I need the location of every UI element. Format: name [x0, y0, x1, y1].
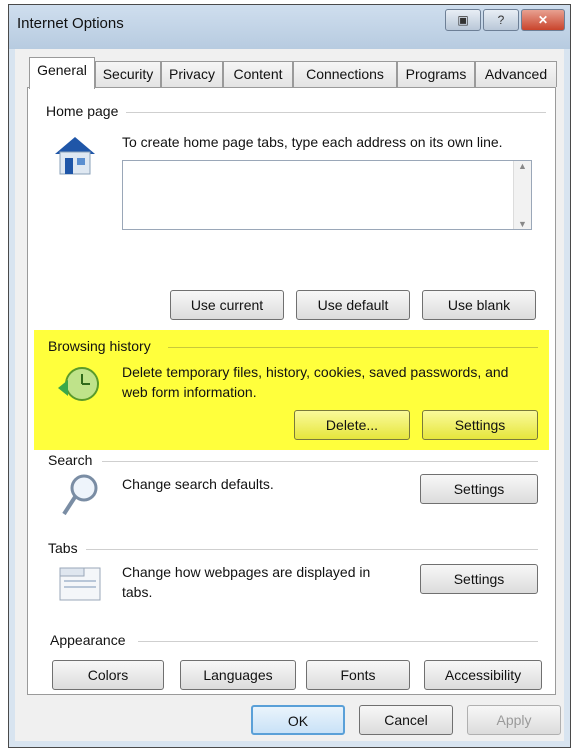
use-default-button[interactable]: Use default: [296, 290, 410, 320]
home-page-description: To create home page tabs, type each addr…: [122, 134, 503, 150]
accessibility-button[interactable]: Accessibility: [424, 660, 542, 690]
tab-programs[interactable]: Programs: [397, 61, 475, 87]
search-divider: [102, 461, 538, 462]
ok-button[interactable]: OK: [251, 705, 345, 735]
use-blank-button[interactable]: Use blank: [422, 290, 536, 320]
browsing-history-description: Delete temporary files, history, cookies…: [122, 364, 509, 400]
scroll-down-arrow-icon[interactable]: ▼: [514, 219, 531, 229]
tabs-description: Change how webpages are displayed in tab…: [122, 564, 371, 600]
apply-button[interactable]: Apply: [467, 705, 561, 735]
appearance-group-label: Appearance: [50, 632, 126, 648]
tabs-window-icon: [58, 564, 104, 604]
use-current-button[interactable]: Use current: [170, 290, 284, 320]
browsing-history-settings-button[interactable]: Settings: [422, 410, 538, 440]
title-bar[interactable]: Internet Options ▣ ? ✕: [9, 5, 570, 49]
search-group-label: Search: [48, 452, 93, 468]
search-description: Change search defaults.: [122, 476, 274, 492]
tabs-settings-button[interactable]: Settings: [420, 564, 538, 594]
languages-button[interactable]: Languages: [180, 660, 296, 690]
magnifier-icon: [60, 472, 104, 520]
colors-button[interactable]: Colors: [52, 660, 164, 690]
appearance-divider: [138, 641, 538, 642]
cancel-button[interactable]: Cancel: [359, 705, 453, 735]
browsing-history-group-label: Browsing history: [48, 338, 151, 354]
home-page-scrollbar[interactable]: ▲ ▼: [513, 161, 531, 229]
home-page-divider: [126, 112, 546, 113]
tab-advanced[interactable]: Advanced: [475, 61, 557, 87]
general-tab-panel: Home page To create home page tabs, type…: [27, 87, 556, 695]
browsing-history-divider: [168, 347, 538, 348]
close-button[interactable]: ✕: [521, 9, 565, 31]
home-page-url-box[interactable]: ▲ ▼: [122, 160, 532, 230]
minimize-button[interactable]: ▣: [445, 9, 481, 31]
tab-connections[interactable]: Connections: [293, 61, 397, 87]
internet-options-window: Internet Options ▣ ? ✕ General Security …: [8, 4, 571, 748]
dialog-client-area: General Security Privacy Content Connect…: [15, 49, 564, 741]
tabs-group-label: Tabs: [48, 540, 78, 556]
tab-security[interactable]: Security: [95, 61, 161, 87]
clock-icon: [54, 362, 102, 410]
tabs-divider: [86, 549, 538, 550]
home-page-group-label: Home page: [46, 103, 119, 119]
tab-content[interactable]: Content: [223, 61, 293, 87]
window-title: Internet Options: [17, 15, 124, 32]
scroll-up-arrow-icon[interactable]: ▲: [514, 161, 531, 171]
help-button[interactable]: ?: [483, 9, 519, 31]
house-icon: [50, 132, 100, 180]
fonts-button[interactable]: Fonts: [306, 660, 410, 690]
delete-history-button[interactable]: Delete...: [294, 410, 410, 440]
tab-general[interactable]: General: [29, 57, 95, 89]
tab-privacy[interactable]: Privacy: [161, 61, 223, 87]
search-settings-button[interactable]: Settings: [420, 474, 538, 504]
